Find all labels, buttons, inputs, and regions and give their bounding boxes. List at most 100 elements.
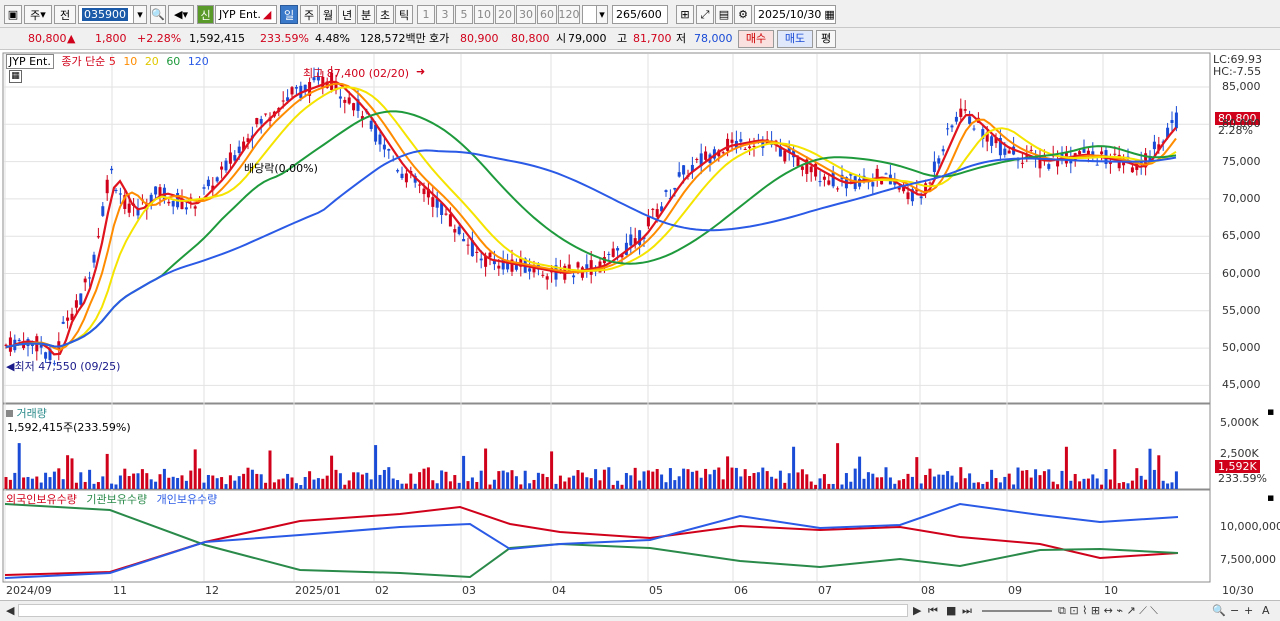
buy-button[interactable]: 매수 (738, 30, 774, 48)
period-minute[interactable]: 분 (357, 5, 375, 24)
zoom-out-icon[interactable]: − (1230, 604, 1239, 617)
candle-body (171, 201, 175, 207)
fast-forward-icon[interactable]: ⏭ (962, 604, 972, 618)
pane-collapse-icon-2[interactable]: ▪ (1267, 491, 1274, 504)
pane-collapse-icon[interactable]: ▪ (1267, 405, 1274, 418)
type-select[interactable]: 전 (54, 5, 76, 24)
period-day[interactable]: 일 (280, 5, 298, 24)
volume-bar (96, 482, 100, 489)
x-tick: 05 (649, 584, 663, 597)
interval-3[interactable]: 3 (436, 5, 454, 24)
period-second[interactable]: 초 (376, 5, 394, 24)
period-week[interactable]: 주 (300, 5, 318, 24)
date-input[interactable]: 2025/10/30 ▦ (754, 5, 836, 24)
scrollbar[interactable]: ◀ ▶ ⏮ ■ ⏭ ⧉ ⊡ ⌇ ⊞ ↔ ⌁ ↗ ⟋ ⟍ 🔍 − + A (0, 600, 1280, 621)
zoom-slider[interactable] (982, 610, 1052, 612)
candle-body (444, 213, 448, 215)
search-icon[interactable]: 🔍 (150, 5, 166, 24)
stop-icon[interactable]: ■ (946, 604, 956, 617)
interval-dropdown-icon[interactable]: ▾ (596, 5, 608, 24)
period-tick[interactable]: 틱 (395, 5, 413, 24)
chart-area[interactable]: JYP Ent. 종가 단순 5 10 20 60 120 ▦ 최고 87,40… (0, 51, 1280, 601)
candle-body (950, 125, 954, 128)
volume-bar (35, 476, 39, 489)
volume-bar (250, 469, 254, 489)
volume-bar (541, 473, 545, 489)
open-label: 시 (556, 32, 567, 45)
volume-bar (787, 473, 791, 489)
window-icon[interactable]: ▣ (4, 5, 22, 24)
volume-bar (1157, 455, 1161, 489)
interval-30[interactable]: 30 (516, 5, 536, 24)
volume-bar (193, 449, 197, 489)
volume-bar (712, 469, 716, 489)
gear-icon[interactable]: ⚙ (734, 5, 752, 24)
period-year[interactable]: 년 (338, 5, 356, 24)
volume-bar (228, 475, 232, 489)
volume-bar (426, 467, 430, 489)
interval-20[interactable]: 20 (495, 5, 515, 24)
grid-toggle-icon[interactable]: ▦ (9, 70, 22, 83)
volume-bar (598, 480, 602, 489)
save-icon[interactable]: ▤ (715, 5, 733, 24)
volume-bar (686, 469, 690, 489)
candle-body (206, 179, 210, 187)
volume-value-label: 1,592,415주(233.59%) (7, 421, 131, 434)
chart-canvas[interactable] (0, 51, 1280, 601)
volume-bar (932, 476, 936, 489)
eval-button[interactable]: 평 (816, 30, 836, 48)
x-tick: 06 (734, 584, 748, 597)
interval-1[interactable]: 1 (417, 5, 435, 24)
zoom-icon[interactable]: 🔍 (1212, 604, 1226, 617)
interval-60[interactable]: 60 (537, 5, 557, 24)
price-ytick: 75,000 (1222, 154, 1261, 168)
volume-bar (809, 481, 813, 489)
zoom-in-icon[interactable]: + (1244, 604, 1253, 617)
hc-label: HC:-7.55 (1213, 65, 1262, 78)
period-month[interactable]: 월 (319, 5, 337, 24)
candle-body (1170, 120, 1174, 123)
scroll-right-icon[interactable]: ▶ (913, 604, 921, 617)
candle-body (730, 139, 734, 143)
volume-bar (514, 476, 518, 489)
candle-body (220, 166, 224, 170)
candle-body (1174, 112, 1178, 129)
market-select[interactable]: 주 ▾ (24, 5, 52, 24)
scroll-track[interactable] (18, 604, 908, 617)
interval-10[interactable]: 10 (474, 5, 494, 24)
code-dropdown-icon[interactable]: ▾ (133, 5, 147, 24)
volume-bar (1042, 471, 1046, 489)
stock-tag[interactable]: JYP Ent. (6, 54, 54, 69)
candle-body (990, 136, 994, 146)
speaker-icon[interactable]: ◀▾ (168, 5, 194, 24)
volume-bar (1166, 483, 1170, 489)
volume-bar (990, 469, 994, 489)
volume-bar (558, 475, 562, 489)
volume-bar (611, 484, 615, 489)
volume-bar (690, 471, 694, 489)
interval-5[interactable]: 5 (455, 5, 473, 24)
vol-ytick-5000k: 5,000K (1220, 416, 1259, 429)
interval-120[interactable]: 120 (558, 5, 580, 24)
legend-ma-10: 10 (123, 55, 138, 68)
volume-bar (484, 448, 488, 489)
volume-bar (347, 480, 351, 489)
candle-body (655, 209, 659, 217)
sell-button[interactable]: 매도 (777, 30, 813, 48)
resize-icon[interactable]: ⤢ (696, 5, 714, 24)
volume-bar (1025, 470, 1029, 489)
volume-bar (664, 482, 668, 489)
text-tool-icon[interactable]: A (1262, 604, 1270, 617)
code-input[interactable]: 035900 (78, 5, 138, 24)
count-input[interactable]: 265/600 (612, 5, 668, 24)
rewind-icon[interactable]: ⏮ (928, 604, 938, 618)
volume-bar (594, 469, 598, 489)
volume-bar (118, 475, 122, 489)
candle-body (963, 109, 967, 111)
candle-body (382, 144, 386, 150)
tool-icons[interactable]: ⧉ ⊡ ⌇ ⊞ ↔ ⌁ ↗ ⟋ ⟍ (1058, 604, 1158, 618)
scroll-left-icon[interactable]: ◀ (6, 604, 14, 617)
volume-bar (180, 475, 184, 489)
grid-icon[interactable]: ⊞ (676, 5, 694, 24)
volume-bar (629, 475, 633, 489)
